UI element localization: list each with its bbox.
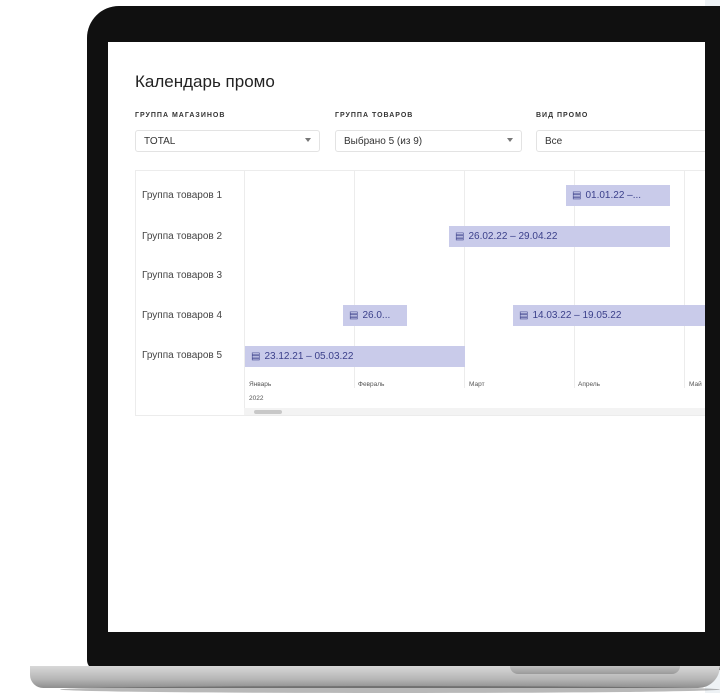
filter-label-product-group: ГРУППА ТОВАРОВ — [335, 112, 414, 119]
calendar-icon: ▤ — [251, 351, 261, 362]
promo-bar-label: 01.01.22 –... — [585, 190, 642, 201]
month-label: Апрель — [578, 381, 601, 388]
promo-bar[interactable]: ▤ 23.12.21 – 05.03.22 — [245, 346, 465, 367]
gantt-row-label: Группа товаров 5 — [142, 350, 223, 361]
calendar-icon: ▤ — [519, 310, 529, 321]
promo-type-value: Все — [545, 136, 563, 147]
laptop-shadow — [60, 686, 720, 693]
label-column-divider — [244, 171, 245, 416]
product-group-select[interactable]: Выбрано 5 (из 9) — [335, 130, 522, 152]
laptop-screen: Календарь промо ГРУППА МАГАЗИНОВ ГРУППА … — [108, 42, 705, 632]
filter-label-promo-type: ВИД ПРОМО — [536, 112, 589, 119]
promo-bar[interactable]: ▤ 01.01.22 –... — [566, 185, 670, 206]
promo-bar[interactable]: ▤ 14.03.22 – 19.05.22 — [513, 305, 705, 326]
store-group-value: TOTAL — [144, 136, 176, 147]
gantt-row-label: Группа товаров 1 — [142, 190, 223, 201]
month-label: Февраль — [358, 381, 385, 388]
promo-bar[interactable]: ▤ 26.02.22 – 29.04.22 — [449, 226, 670, 247]
page-title: Календарь промо — [135, 72, 275, 91]
month-label: Март — [469, 381, 485, 388]
scrollbar-thumb[interactable] — [254, 410, 282, 414]
chevron-down-icon — [507, 138, 513, 142]
promo-bar-label: 26.0... — [362, 310, 391, 321]
filter-label-store-group: ГРУППА МАГАЗИНОВ — [135, 112, 226, 119]
store-group-select[interactable]: TOTAL — [135, 130, 320, 152]
chevron-down-icon — [305, 138, 311, 142]
promo-bar[interactable]: ▤ 26.0... — [343, 305, 407, 326]
product-group-value: Выбрано 5 (из 9) — [344, 136, 423, 147]
gantt-row-label: Группа товаров 2 — [142, 231, 223, 242]
promo-bar-label: 23.12.21 – 05.03.22 — [264, 351, 354, 362]
horizontal-scrollbar[interactable] — [244, 408, 705, 415]
promo-bar-label: 26.02.22 – 29.04.22 — [468, 231, 558, 242]
month-label: Май — [689, 381, 702, 388]
promo-type-select[interactable]: Все — [536, 130, 705, 152]
calendar-icon: ▤ — [349, 310, 359, 321]
gantt-row-label: Группа товаров 3 — [142, 270, 223, 281]
calendar-icon: ▤ — [455, 231, 465, 242]
gantt-row-label: Группа товаров 4 — [142, 310, 223, 321]
gantt-chart: Группа товаров 1 Группа товаров 2 Группа… — [135, 170, 705, 416]
month-label: Январь — [249, 381, 272, 388]
calendar-icon: ▤ — [572, 190, 582, 201]
year-label: 2022 — [249, 395, 264, 402]
promo-bar-label: 14.03.22 – 19.05.22 — [532, 310, 622, 321]
laptop-base-notch — [510, 666, 680, 674]
month-gridline — [684, 171, 685, 388]
